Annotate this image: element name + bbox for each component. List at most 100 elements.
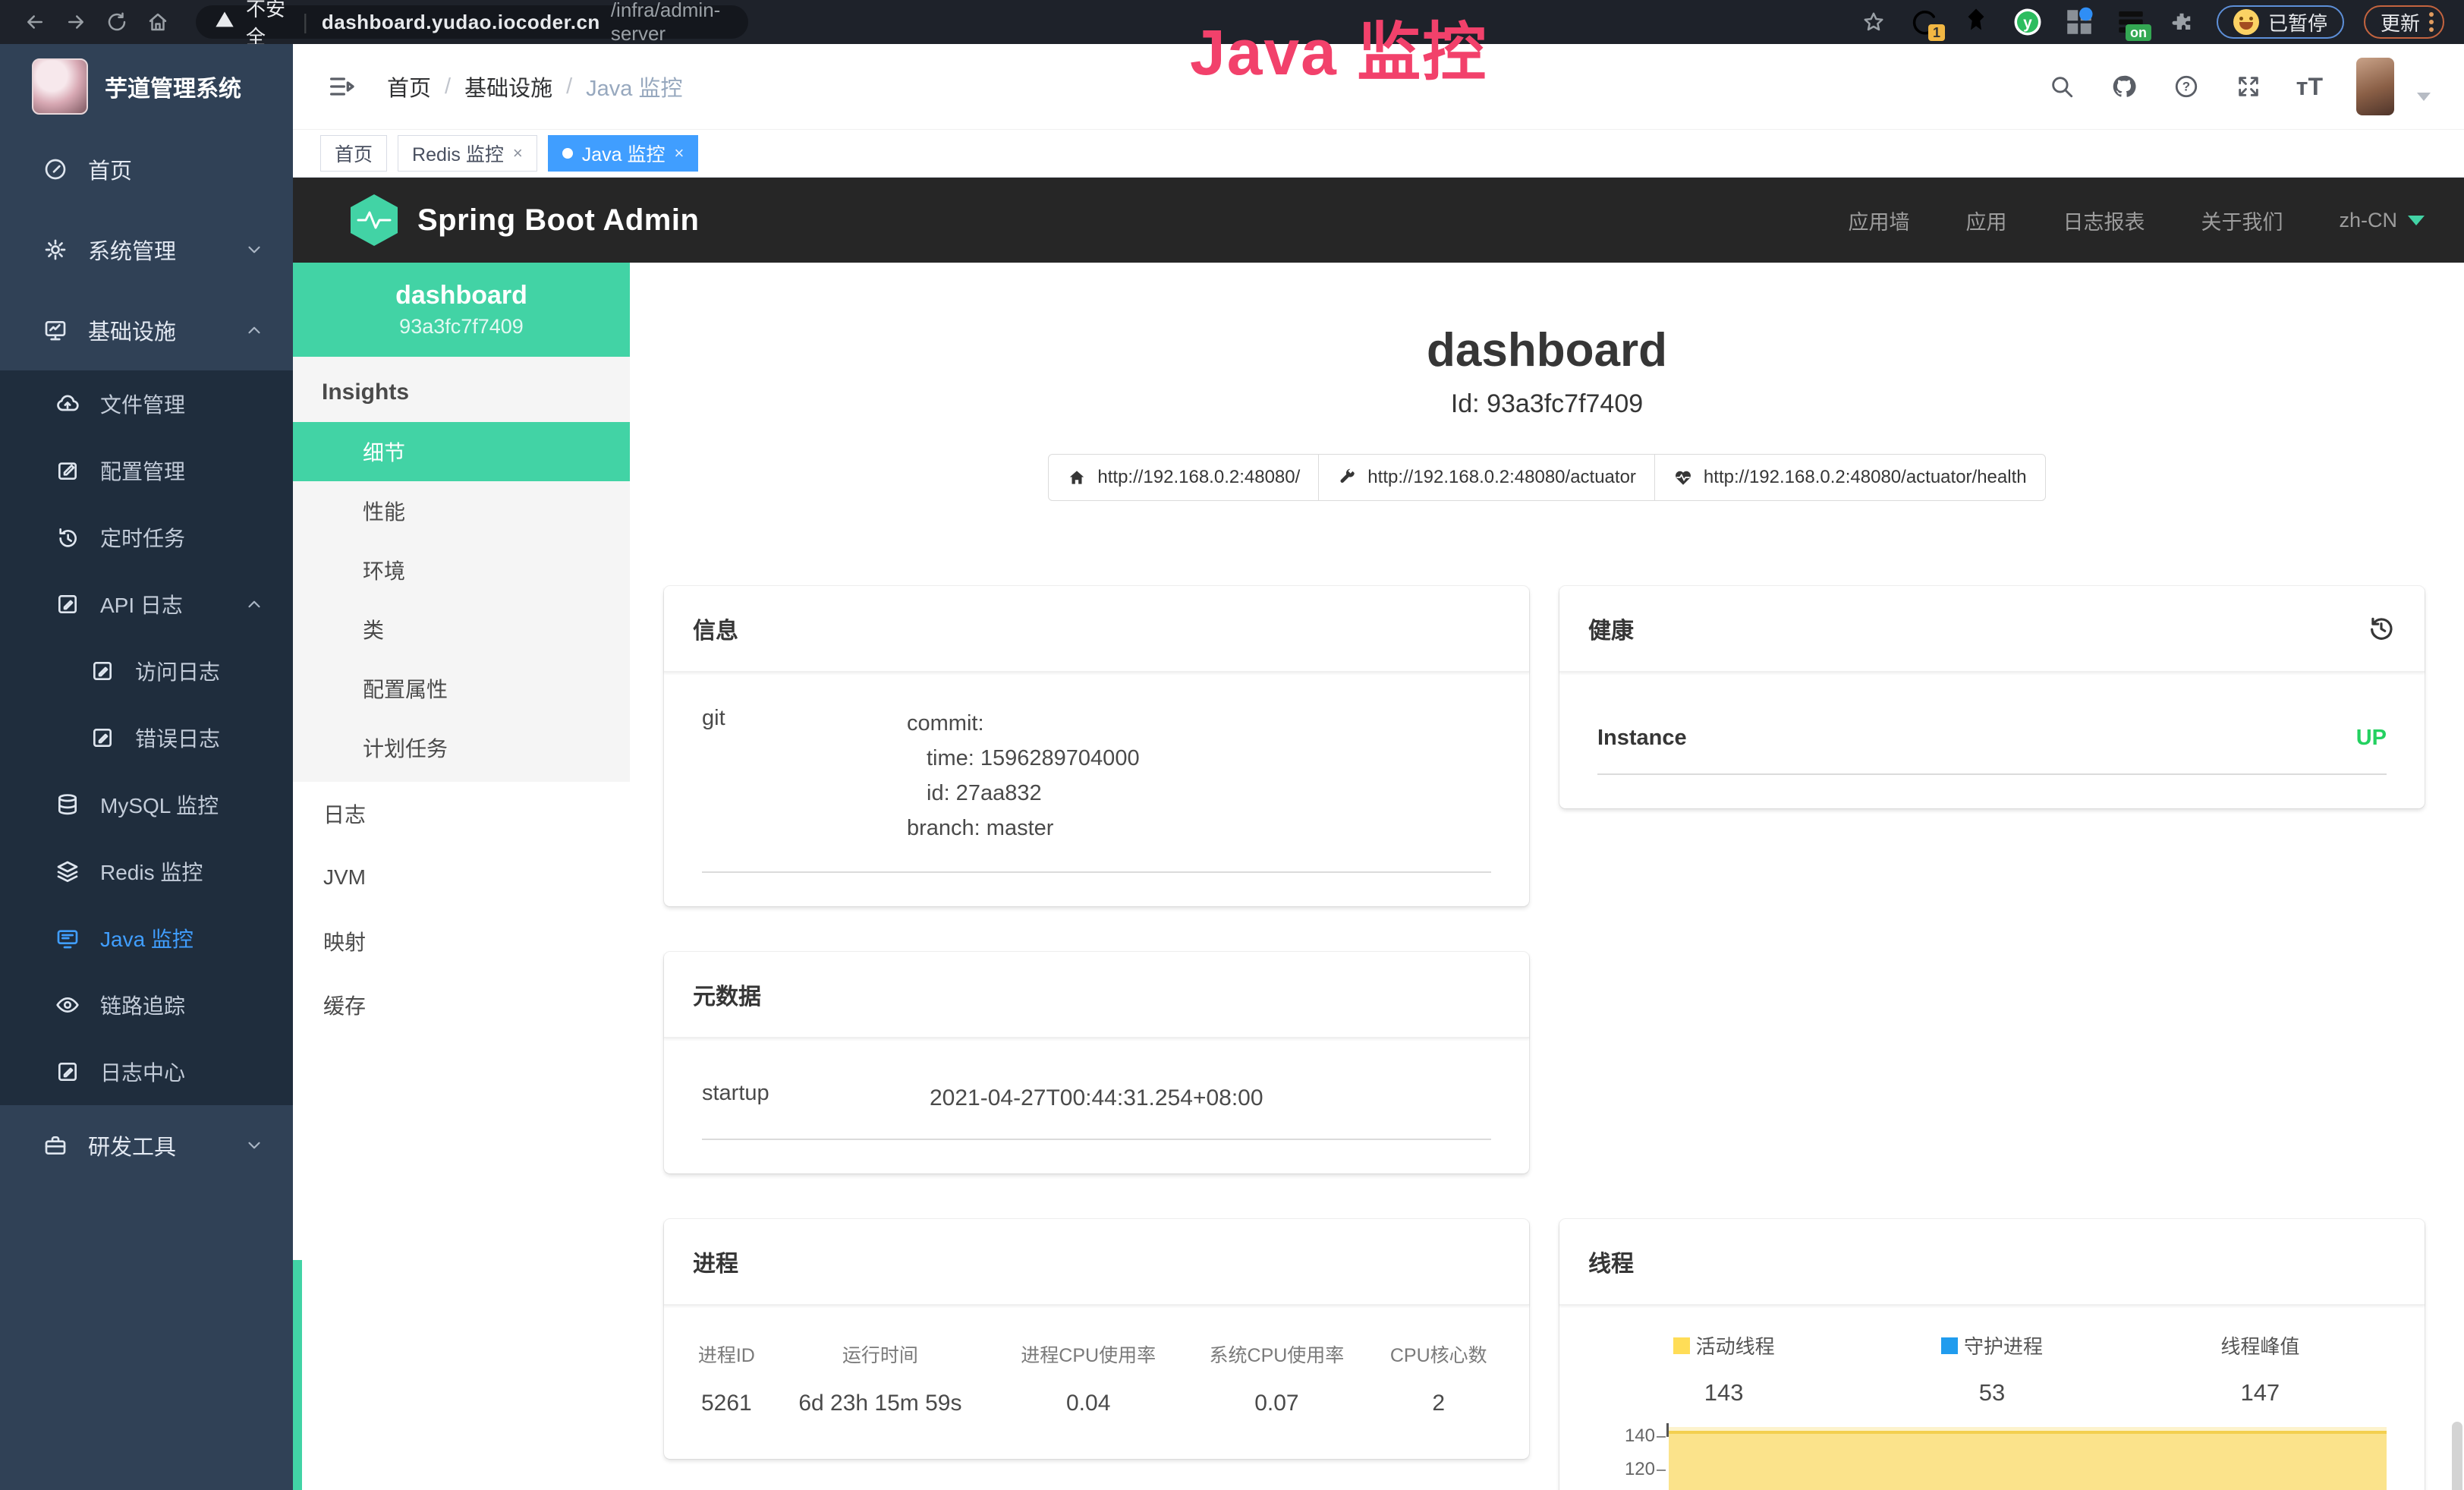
- extensions-puzzle-icon[interactable]: [2167, 7, 2197, 37]
- sba-nav: 应用墙 应用 日志报表 关于我们 zh-CN: [1848, 206, 2425, 235]
- briefcase-icon: [42, 1132, 68, 1158]
- health-row-instance[interactable]: Instance UP: [1597, 706, 2387, 775]
- extension-y-icon[interactable]: y: [2012, 6, 2044, 38]
- close-icon[interactable]: ×: [675, 143, 684, 163]
- threads-card: 线程 活动线程 143 守护进程 53 线程峰值 147: [1559, 1219, 2425, 1490]
- annotation-java-monitor: Java 监控: [1190, 2, 1487, 93]
- avatar-caret-icon[interactable]: [2417, 93, 2431, 101]
- sba-locale-select[interactable]: zh-CN: [2339, 209, 2425, 232]
- screenshot-root: 不安全 | dashboard.yudao.iocoder.cn/infra/a…: [0, 0, 2464, 1490]
- instance-name: dashboard: [395, 281, 527, 310]
- breadcrumb-home[interactable]: 首页: [387, 71, 431, 102]
- sidebar-item-file-manage[interactable]: 文件管理: [0, 370, 293, 437]
- daemon-threads-swatch: [1941, 1337, 1958, 1354]
- menu-item-scheduled-tasks[interactable]: 计划任务: [293, 718, 630, 777]
- menu-item-classes[interactable]: 类: [293, 600, 630, 659]
- sidebar-item-scheduled-jobs[interactable]: 定时任务: [0, 504, 293, 571]
- log-edit-icon: [90, 658, 115, 684]
- search-icon[interactable]: [2047, 72, 2076, 101]
- cards-grid: 信息 git commit: time: 1596289704000 id: 2…: [664, 586, 2425, 1490]
- menu-item-logs[interactable]: 日志: [293, 782, 630, 846]
- reload-icon[interactable]: [102, 7, 132, 37]
- process-table: 进程ID 运行时间 进程CPU使用率 系统CPU使用率 CPU核心数 5261 …: [687, 1340, 1506, 1424]
- instance-id: 93a3fc7f7409: [399, 315, 524, 339]
- user-avatar[interactable]: [2356, 58, 2394, 115]
- sidebar-item-dev-tools[interactable]: 研发工具: [0, 1105, 293, 1186]
- menu-item-environment[interactable]: 环境: [293, 540, 630, 600]
- home-icon[interactable]: [143, 7, 173, 37]
- menu-item-jvm[interactable]: JVM: [293, 846, 630, 909]
- sba-nav-journal[interactable]: 日志报表: [2063, 206, 2145, 235]
- instance-header[interactable]: dashboard 93a3fc7f7409: [293, 263, 630, 357]
- address-bar[interactable]: 不安全 | dashboard.yudao.iocoder.cn/infra/a…: [196, 5, 748, 39]
- menu-item-metrics[interactable]: 性能: [293, 481, 630, 540]
- sba-brand-title[interactable]: Spring Boot Admin: [417, 203, 699, 238]
- live-threads-swatch: [1673, 1337, 1690, 1354]
- dashboard-icon: [42, 156, 68, 182]
- menu-item-caches[interactable]: 缓存: [293, 973, 630, 1037]
- sidebar-collapse-icon[interactable]: [326, 71, 357, 102]
- breadcrumb-infra[interactable]: 基础设施: [464, 71, 552, 102]
- fullscreen-icon[interactable]: [2234, 72, 2263, 101]
- history-icon[interactable]: [2367, 614, 2396, 643]
- extension-orange-icon[interactable]: 1: [1909, 6, 1940, 38]
- sba-header: Spring Boot Admin 应用墙 应用 日志报表 关于我们 zh-CN: [293, 178, 2464, 263]
- sidebar-item-api-log[interactable]: API 日志: [0, 571, 293, 638]
- page-title: dashboard: [630, 323, 2464, 377]
- chevron-up-icon: [244, 594, 264, 614]
- menu-item-config-props[interactable]: 配置属性: [293, 659, 630, 718]
- sidebar-item-error-log[interactable]: 错误日志: [0, 704, 293, 771]
- browser-menu-icon[interactable]: [2429, 12, 2434, 32]
- bookmark-star-icon[interactable]: [1858, 7, 1889, 37]
- sba-logo-icon[interactable]: [351, 194, 398, 246]
- sidebar-item-infra[interactable]: 基础设施: [0, 290, 293, 370]
- actuator-url-button[interactable]: http://192.168.0.2:48080/actuator: [1318, 454, 1655, 501]
- update-button[interactable]: 更新: [2364, 5, 2444, 39]
- y-tick-140: 140: [1613, 1425, 1655, 1447]
- menu-item-details[interactable]: 细节: [293, 422, 630, 481]
- sidebar-item-redis-monitor[interactable]: Redis 监控: [0, 838, 293, 905]
- sidebar-item-mysql-monitor[interactable]: MySQL 监控: [0, 771, 293, 838]
- sidebar-item-tracing[interactable]: 链路追踪: [0, 972, 293, 1038]
- process-cpu: 0.04: [994, 1391, 1182, 1424]
- menu-item-mappings[interactable]: 映射: [293, 909, 630, 973]
- sidebar-item-log-center[interactable]: 日志中心: [0, 1038, 293, 1105]
- close-icon[interactable]: ×: [513, 143, 523, 163]
- peak-threads-value: 147: [2126, 1379, 2394, 1407]
- extension-grid-icon[interactable]: [2063, 6, 2095, 38]
- page-scrollbar-thumb[interactable]: [2452, 1422, 2462, 1490]
- back-icon[interactable]: [20, 7, 50, 37]
- help-icon[interactable]: ?: [2172, 72, 2201, 101]
- y-tick-120: 120: [1613, 1459, 1655, 1480]
- profile-paused-pill[interactable]: 已暂停: [2217, 5, 2344, 39]
- tab-java-monitor[interactable]: Java 监控 ×: [548, 135, 699, 172]
- active-tab-dot: [562, 148, 573, 159]
- font-size-icon[interactable]: тT: [2296, 73, 2323, 101]
- extension-dark-icon[interactable]: on: [2115, 6, 2147, 38]
- health-url-button[interactable]: http://192.168.0.2:48080/actuator/health: [1654, 454, 2046, 501]
- forward-icon[interactable]: [61, 7, 91, 37]
- sidebar-item-config-manage[interactable]: 配置管理: [0, 437, 293, 504]
- tab-redis-monitor[interactable]: Redis 监控 ×: [398, 135, 537, 172]
- log-edit-icon: [90, 725, 115, 751]
- sba-nav-about[interactable]: 关于我们: [2201, 206, 2283, 235]
- insecure-warning-icon[interactable]: [214, 9, 235, 36]
- sidebar-item-system[interactable]: 系统管理: [0, 209, 293, 290]
- service-url-button[interactable]: http://192.168.0.2:48080/: [1048, 454, 1319, 501]
- health-card: 健康 Instance UP: [1559, 586, 2425, 808]
- breadcrumb-current: Java 监控: [586, 71, 682, 102]
- sidebar-item-access-log[interactable]: 访问日志: [0, 638, 293, 704]
- app-logo-row[interactable]: 芋道管理系统: [0, 44, 293, 129]
- tab-home[interactable]: 首页: [320, 135, 387, 172]
- threads-chart: 140 120 100: [1590, 1423, 2394, 1490]
- extension-pin-icon[interactable]: [1960, 6, 1992, 38]
- info-card: 信息 git commit: time: 1596289704000 id: 2…: [664, 586, 1529, 906]
- info-card-title: 信息: [693, 612, 738, 645]
- github-icon[interactable]: [2110, 72, 2138, 101]
- sba-nav-wallboard[interactable]: 应用墙: [1848, 206, 1909, 235]
- sidebar-item-home[interactable]: 首页: [0, 129, 293, 209]
- sidebar-item-java-monitor[interactable]: Java 监控: [0, 905, 293, 972]
- svg-text:y: y: [2023, 14, 2032, 32]
- sba-nav-applications[interactable]: 应用: [1965, 206, 2006, 235]
- insights-section-label: Insights: [293, 357, 630, 422]
